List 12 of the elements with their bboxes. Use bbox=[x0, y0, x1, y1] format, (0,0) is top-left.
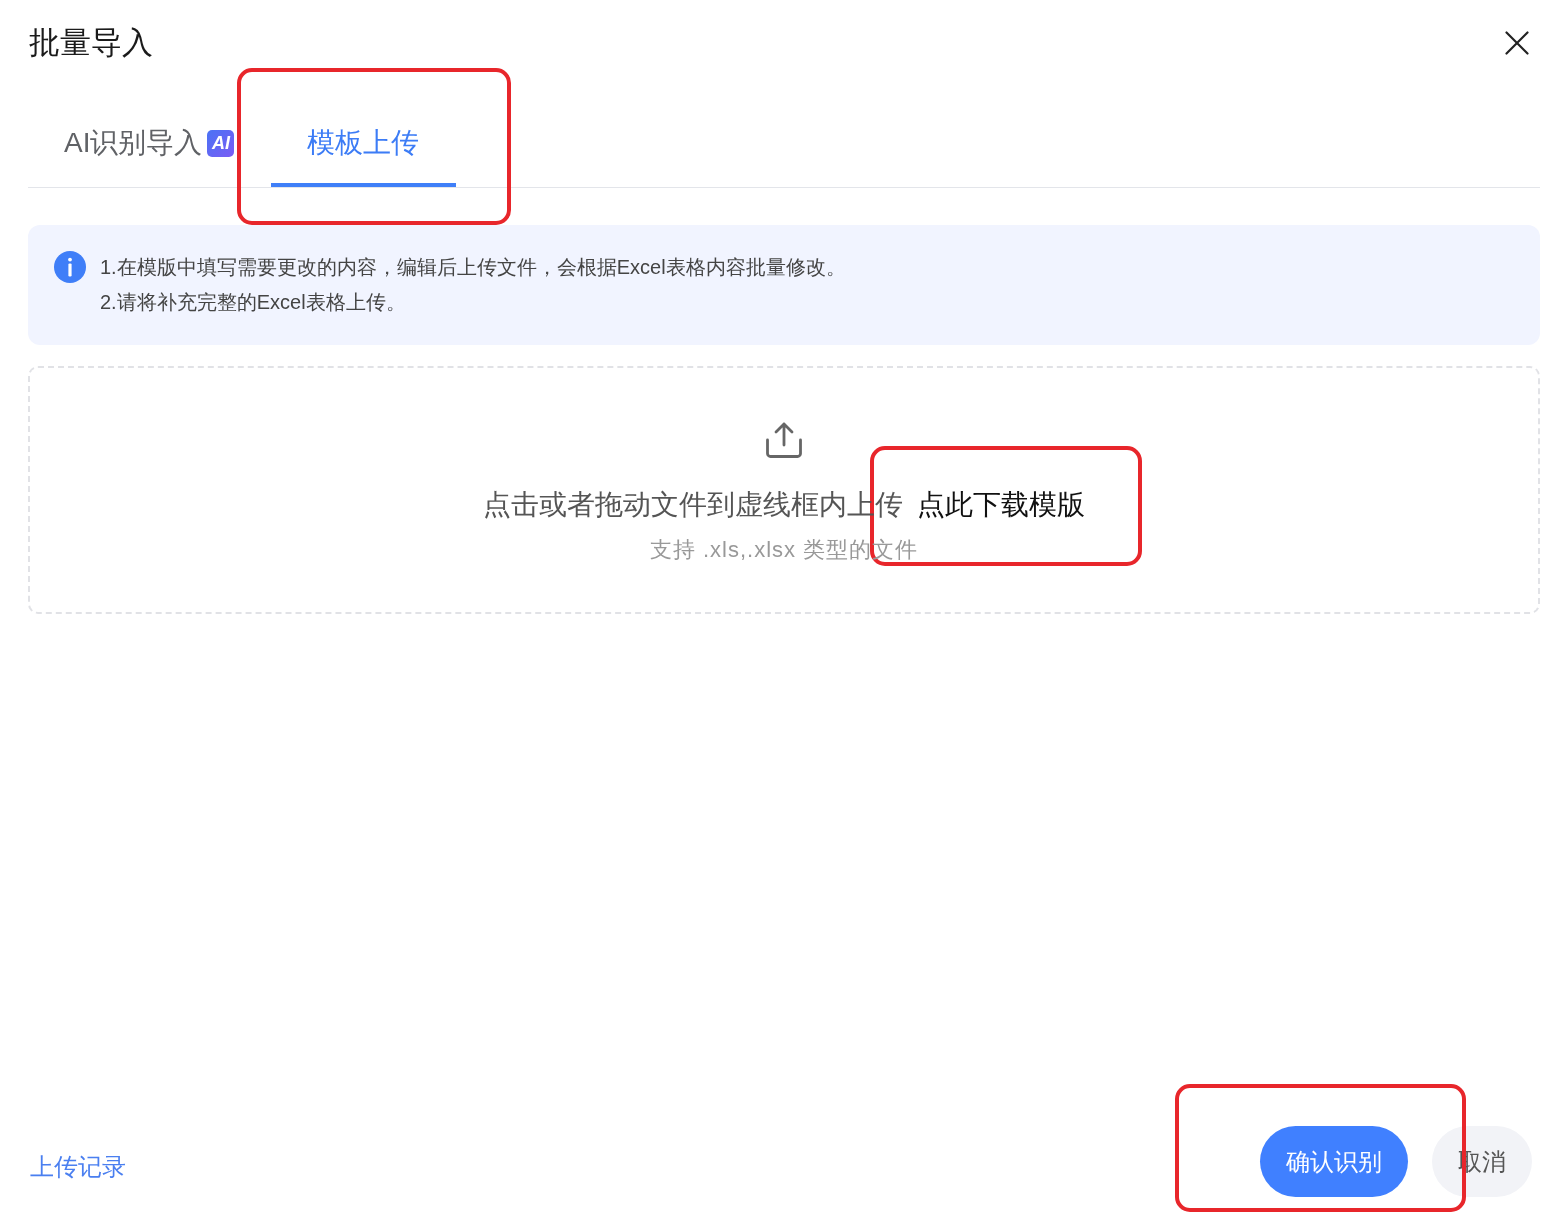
tab[interactable]: 模板上传 bbox=[271, 99, 457, 187]
tab[interactable]: AI识别导入 AI bbox=[28, 99, 272, 187]
notice-text: 1.在模版中填写需要更改的内容，编辑后上传文件，会根据Excel表格内容批量修改。 bbox=[100, 255, 846, 280]
upload-history-link[interactable]: 上传记录 bbox=[30, 1151, 126, 1183]
download-template-link[interactable]: 点此下载模版 bbox=[917, 488, 1085, 522]
upload-icon bbox=[764, 420, 804, 460]
close-icon[interactable] bbox=[1505, 31, 1529, 55]
info-icon bbox=[54, 251, 86, 283]
ai-badge: AI bbox=[207, 129, 235, 157]
dialog-title: 批量导入 bbox=[29, 24, 153, 62]
confirm-button[interactable]: 确认识别 bbox=[1260, 1126, 1408, 1197]
notice-text: 2.请将补充完整的Excel表格上传。 bbox=[100, 290, 407, 315]
